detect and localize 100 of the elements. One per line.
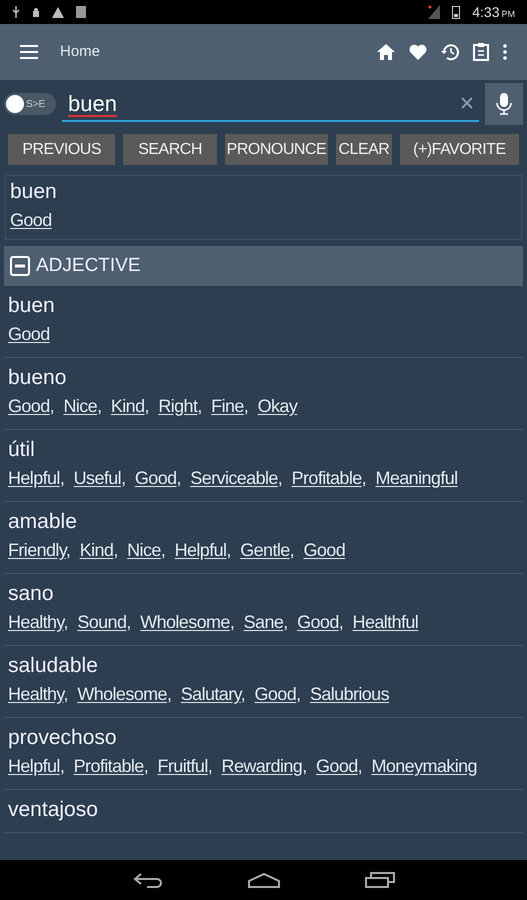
translation-link[interactable]: Salutary <box>180 684 241 704</box>
action-button[interactable]: SEARCH <box>123 134 217 165</box>
headword[interactable]: buen <box>8 292 519 320</box>
separator: , <box>66 540 70 560</box>
translation-link[interactable]: Right <box>158 396 198 416</box>
history-icon[interactable] <box>441 43 459 61</box>
usb-icon <box>12 6 20 18</box>
translation-link[interactable]: Fine <box>211 396 244 416</box>
more-options-icon[interactable] <box>503 44 507 60</box>
separator: , <box>226 540 231 560</box>
translation-link[interactable]: Healthy <box>8 612 64 632</box>
separator: , <box>240 684 246 704</box>
translation-link[interactable]: Helpful <box>174 540 226 560</box>
translation-link[interactable]: Good <box>8 396 50 416</box>
translation-link[interactable]: Gentle <box>240 540 290 560</box>
separator: , <box>230 612 234 632</box>
home-icon[interactable] <box>248 872 280 888</box>
separator: , <box>60 756 64 776</box>
action-button[interactable]: (+)FAVORITE <box>400 134 520 165</box>
separator: , <box>121 468 126 488</box>
translation-link[interactable]: Profitable <box>74 756 144 776</box>
home-icon[interactable] <box>377 44 395 60</box>
translation-link[interactable]: Good <box>134 468 177 488</box>
translation-link[interactable]: Wholesome <box>140 612 230 632</box>
menu-icon[interactable] <box>20 45 38 59</box>
separator: , <box>160 540 166 560</box>
translation-link[interactable]: Helpful <box>8 468 60 488</box>
translation-link[interactable]: Profitable <box>292 468 362 488</box>
translation-link[interactable]: Salubrious <box>310 684 389 704</box>
separator: , <box>97 396 102 416</box>
translation-link[interactable]: Good <box>297 612 339 632</box>
microphone-icon <box>496 93 512 115</box>
separator: , <box>302 756 307 776</box>
clock-time: 4:33 PM <box>472 2 515 22</box>
screen-title: Home <box>60 42 100 62</box>
separator: , <box>64 612 68 632</box>
separator: , <box>244 396 248 416</box>
separator: , <box>197 396 202 416</box>
separator: , <box>296 684 301 704</box>
translation-link[interactable]: Okay <box>258 396 298 416</box>
translation-link[interactable]: Nice <box>63 396 98 416</box>
back-icon[interactable] <box>132 872 162 888</box>
headword[interactable]: saludable <box>8 652 519 680</box>
section-header[interactable]: ADJECTIVE <box>4 246 523 286</box>
action-button[interactable]: PRONOUNCE <box>224 134 328 165</box>
translation-link[interactable]: Good <box>10 210 52 230</box>
translation-link[interactable]: Healthful <box>352 612 418 632</box>
translation-link[interactable]: Kind <box>110 396 145 416</box>
clipboard-icon[interactable] <box>473 43 489 61</box>
heart-icon[interactable] <box>409 44 427 60</box>
headword[interactable]: útil <box>8 436 519 464</box>
translation-link[interactable]: Kind <box>80 540 114 560</box>
headword[interactable]: buen <box>10 178 517 206</box>
separator: , <box>176 468 181 488</box>
separator: , <box>64 684 68 704</box>
headword[interactable]: ventajoso <box>8 796 519 824</box>
microphone-button[interactable] <box>485 83 523 125</box>
sim-card-icon <box>76 6 86 18</box>
translation-link[interactable]: Serviceable <box>190 468 278 488</box>
translation-link[interactable]: Fruitful <box>158 756 208 776</box>
translation-link[interactable]: Good <box>254 684 296 704</box>
separator: , <box>113 540 118 560</box>
translation-link[interactable]: Rewarding <box>222 756 302 776</box>
headword[interactable]: amable <box>8 508 519 536</box>
separator: , <box>278 468 282 488</box>
separator: , <box>358 756 362 776</box>
language-toggle[interactable]: S>E <box>4 93 56 115</box>
translation-link[interactable]: Good <box>8 324 50 344</box>
translation-link[interactable]: Useful <box>74 468 122 488</box>
recent-apps-icon[interactable] <box>364 872 394 888</box>
separator: , <box>283 612 288 632</box>
action-button[interactable]: CLEAR <box>336 134 392 165</box>
search-field[interactable]: buen <box>62 86 479 122</box>
separator: , <box>144 396 149 416</box>
signal-icon <box>428 5 440 19</box>
battery-icon <box>452 5 460 19</box>
clear-icon[interactable] <box>461 97 473 109</box>
separator: , <box>166 684 172 704</box>
translation-link[interactable]: Moneymaking <box>371 756 477 776</box>
headword[interactable]: sano <box>8 580 519 608</box>
translation-link[interactable]: Good <box>303 540 346 560</box>
separator: , <box>144 756 148 776</box>
warning-icon <box>52 6 64 18</box>
translation-link[interactable]: Sound <box>77 612 126 632</box>
translation-link[interactable]: Meaningful <box>375 468 458 488</box>
translation-link[interactable]: Nice <box>127 540 161 560</box>
translation-link[interactable]: Helpful <box>8 756 60 776</box>
separator: , <box>208 756 212 776</box>
action-button[interactable]: PREVIOUS <box>8 134 116 165</box>
separator: , <box>290 540 294 560</box>
collapse-icon <box>10 256 30 276</box>
translation-link[interactable]: Sane <box>244 612 284 632</box>
separator: , <box>60 468 64 488</box>
headword[interactable]: provechoso <box>8 724 519 752</box>
headword[interactable]: bueno <box>8 364 519 392</box>
translation-link[interactable]: Healthy <box>8 684 64 704</box>
translation-link[interactable]: Friendly <box>8 540 66 560</box>
translation-link[interactable]: Good <box>316 756 358 776</box>
separator: , <box>50 396 54 416</box>
translation-link[interactable]: Wholesome <box>77 684 167 704</box>
